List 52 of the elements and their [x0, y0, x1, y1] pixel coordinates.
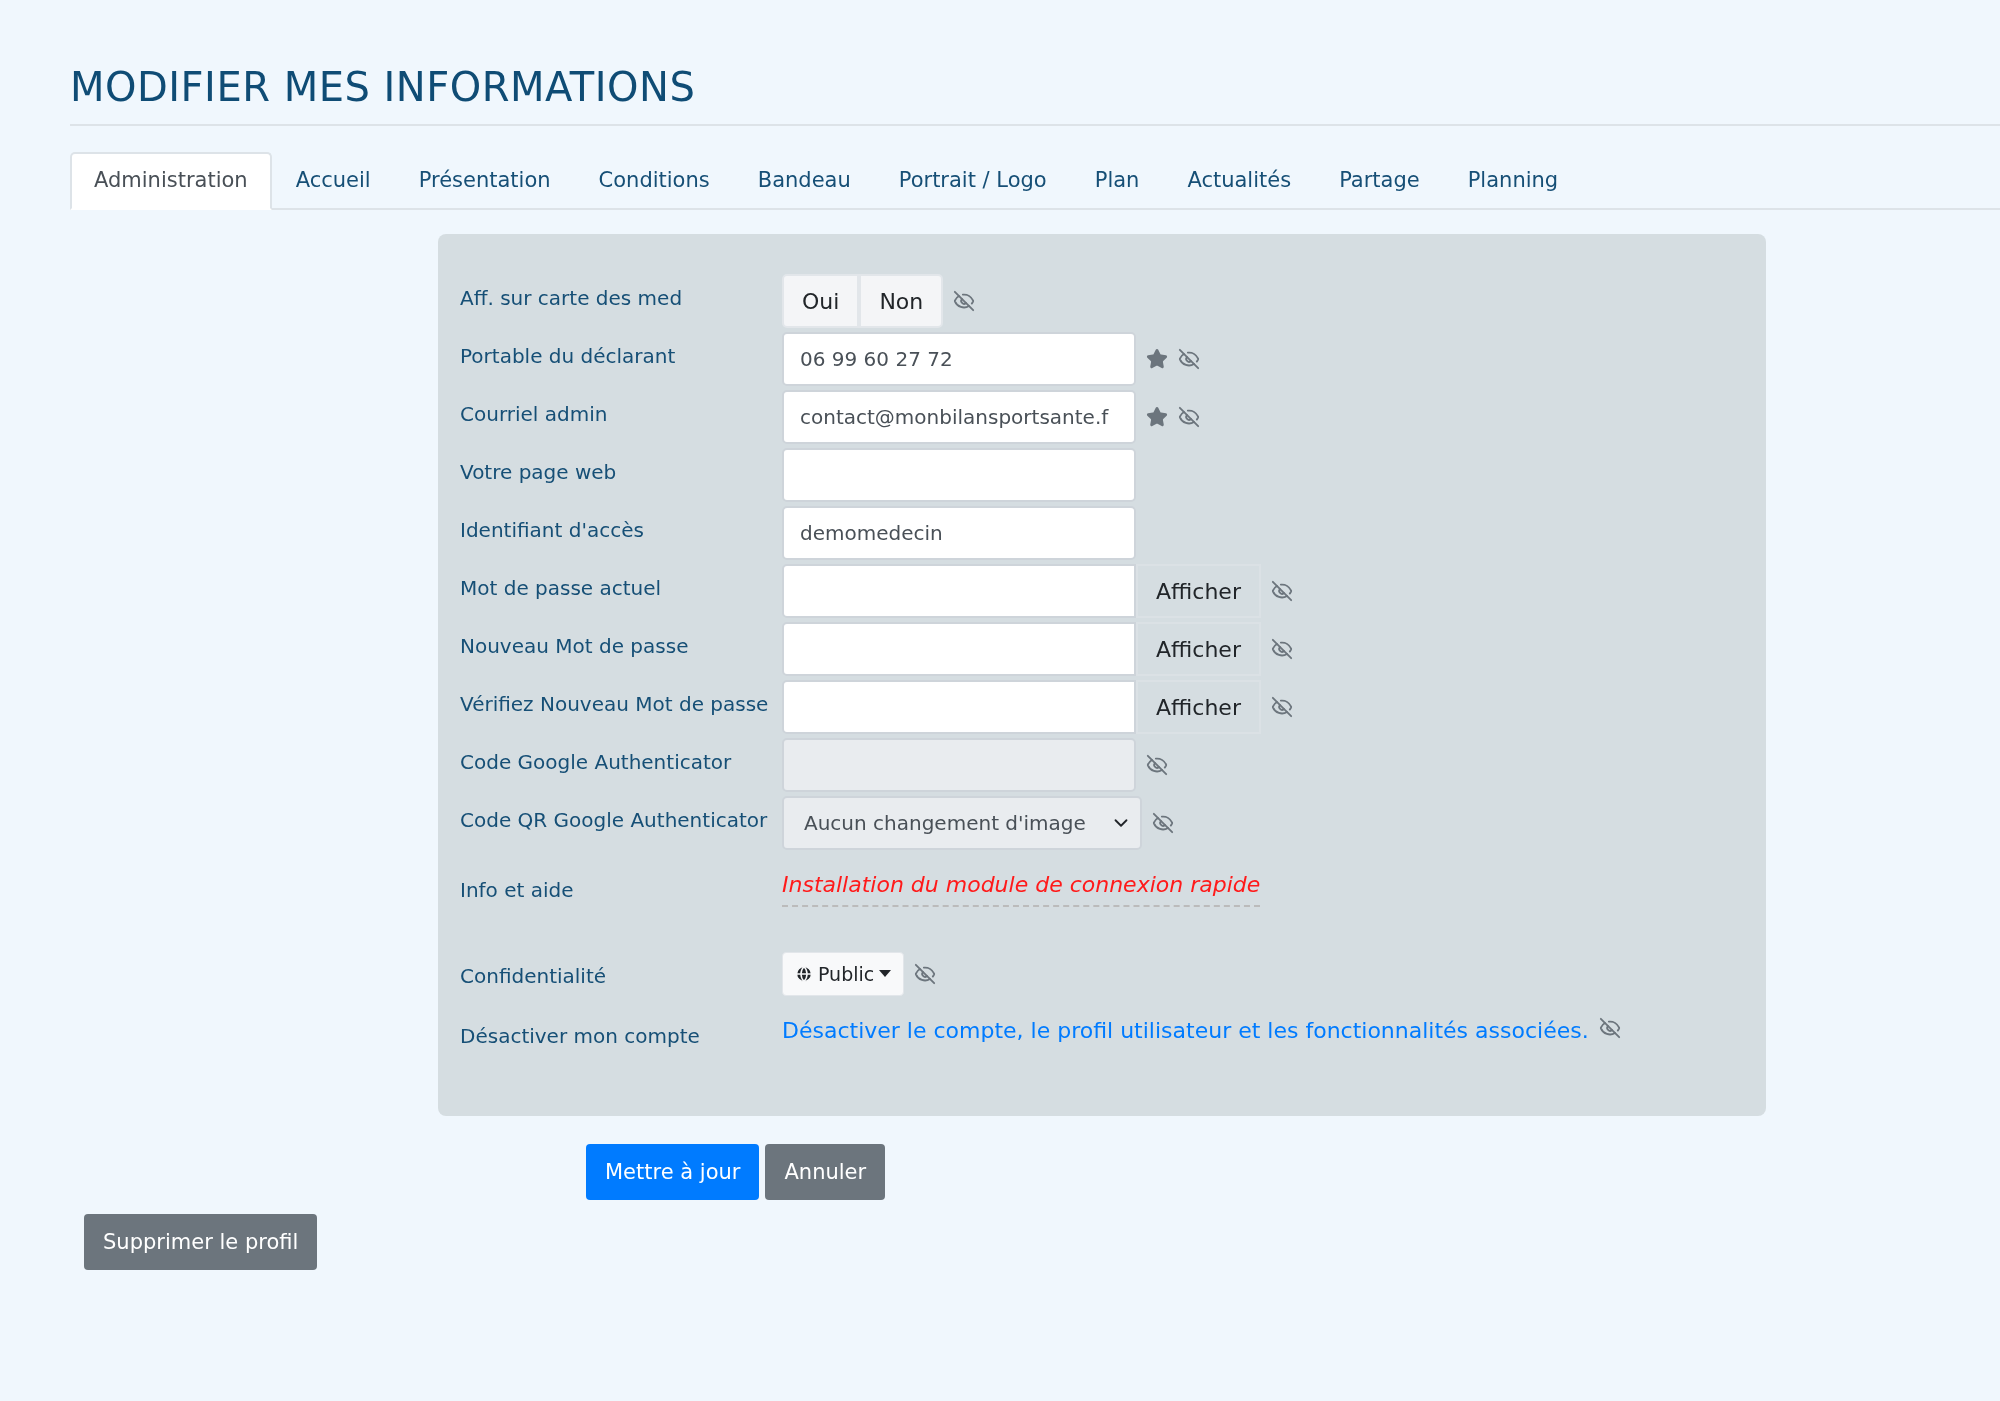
input-field[interactable] [782, 448, 1136, 502]
page-title: MODIFIER MES INFORMATIONS [70, 64, 2000, 126]
caret-icon [879, 970, 892, 978]
privacy-dropdown[interactable]: Public [782, 952, 905, 996]
field-label: Désactiver mon compte [460, 1023, 701, 1050]
tab[interactable]: Partage [1315, 152, 1444, 210]
eye-slash-icon[interactable] [1270, 696, 1293, 718]
field-label: Votre page web [460, 459, 618, 486]
field-label: Nouveau Mot de passe [460, 633, 690, 660]
tab[interactable]: Conditions [574, 152, 734, 210]
eye-slash-icon[interactable] [1270, 580, 1293, 602]
eye-slash-icon[interactable] [914, 963, 937, 985]
field-label: Code Google Authenticator [460, 749, 733, 776]
password-field[interactable] [782, 622, 1136, 676]
field-label: Aff. sur carte des med [460, 285, 684, 312]
tab[interactable]: Actualités [1163, 152, 1316, 210]
toggle-option[interactable]: Non [859, 274, 944, 328]
eye-slash-icon[interactable] [1270, 638, 1293, 660]
field-label: Vérifiez Nouveau Mot de passe [460, 691, 770, 718]
globe-icon [795, 965, 813, 983]
field-label: Portable du déclarant [460, 343, 677, 370]
toggle-option[interactable]: Oui [782, 274, 860, 328]
eye-slash-icon[interactable] [1178, 348, 1200, 370]
password-field[interactable] [782, 680, 1136, 734]
eye-slash-icon[interactable] [1178, 406, 1200, 428]
update-button[interactable]: Mettre à jour [586, 1144, 760, 1200]
select-dropdown[interactable]: Aucun changement d'image [782, 796, 1142, 850]
field-label: Confidentialité [460, 963, 608, 990]
cancel-button[interactable]: Annuler [765, 1144, 886, 1200]
show-password-button[interactable]: Afficher [1136, 564, 1261, 618]
tab[interactable]: Planning [1443, 152, 1583, 210]
field-label: Mot de passe actuel [460, 575, 663, 602]
field-label: Code QR Google Authenticator [460, 807, 769, 834]
delete-profile-button[interactable]: Supprimer le profil [84, 1214, 318, 1270]
field-label: Identifiant d'accès [460, 517, 645, 544]
show-password-button[interactable]: Afficher [1136, 680, 1261, 734]
show-password-button[interactable]: Afficher [1136, 622, 1261, 676]
eye-slash-icon[interactable] [1152, 812, 1174, 834]
tab[interactable]: Présentation [394, 152, 575, 210]
tab[interactable]: Accueil [271, 152, 395, 210]
input-field[interactable]: demomedecin [782, 506, 1136, 560]
password-field[interactable] [782, 564, 1136, 618]
input-field[interactable]: 06 99 60 27 72 [782, 332, 1136, 386]
eye-slash-icon[interactable] [1598, 1016, 1621, 1039]
input-field[interactable]: contact@monbilansportsante.f [782, 390, 1136, 444]
eye-slash-icon[interactable] [953, 290, 976, 312]
field-label: Courriel admin [460, 401, 609, 428]
field-label: Info et aide [460, 877, 575, 904]
tab[interactable]: Bandeau [733, 152, 875, 210]
tab[interactable]: Administration [70, 152, 272, 210]
tab[interactable]: Plan [1070, 152, 1164, 210]
tab[interactable]: Portrait / Logo [874, 152, 1071, 210]
